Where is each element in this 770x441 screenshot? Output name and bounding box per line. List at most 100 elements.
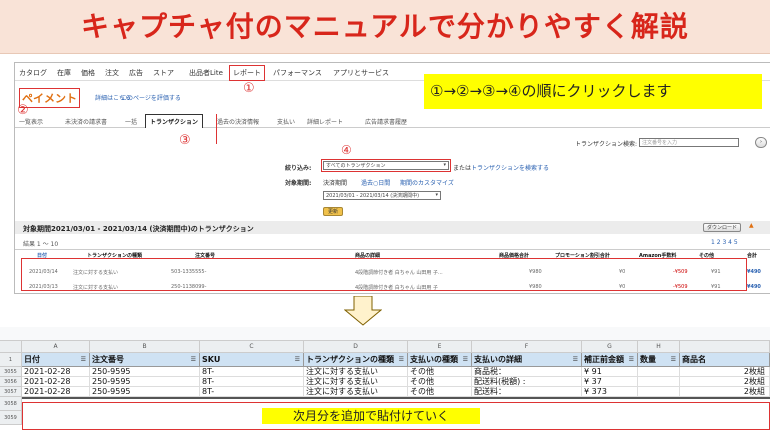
tab-statement[interactable]: 一覧表示 bbox=[19, 117, 43, 126]
cell-quantity[interactable] bbox=[638, 387, 680, 397]
tab-ad-invoice-history[interactable]: 広告請求書履歴 bbox=[365, 117, 407, 126]
step-marker-4: ④ bbox=[341, 143, 352, 157]
row-number[interactable]: 1 bbox=[0, 353, 22, 367]
nav-store[interactable]: ストア bbox=[153, 68, 174, 78]
header-amount[interactable]: 補正前金額 ☰ bbox=[582, 353, 638, 367]
header-date-label: 日付 bbox=[24, 355, 40, 364]
cell-order-id[interactable]: 250-9595 bbox=[90, 377, 200, 387]
tab-transactions[interactable]: トランザクション bbox=[145, 114, 204, 128]
cell-product-name[interactable]: 2枚組 bbox=[680, 387, 770, 397]
rate-page-link[interactable]: このページを評価する bbox=[121, 93, 181, 102]
cell-product-name[interactable]: 2枚組 bbox=[680, 367, 770, 377]
period-label: 対象期間: bbox=[285, 180, 312, 187]
row-total[interactable]: ¥490 bbox=[747, 284, 761, 290]
row-number[interactable]: 3055 bbox=[0, 367, 22, 377]
row-number[interactable]: 3057 bbox=[0, 387, 22, 397]
header-sku[interactable]: SKU ☰ bbox=[200, 353, 304, 367]
cell-payment-detail[interactable]: 配送料(税額) : bbox=[472, 377, 582, 387]
nav-ads[interactable]: 広告 bbox=[129, 68, 143, 78]
header-date[interactable]: 日付 ☰ bbox=[22, 353, 90, 367]
col-header-d[interactable]: D bbox=[304, 341, 408, 353]
update-button[interactable]: 更新 bbox=[323, 207, 343, 216]
tab-past-settlements[interactable]: 過去の決済情報 bbox=[217, 117, 259, 126]
col-header-f[interactable]: F bbox=[472, 341, 582, 353]
header-payment-type[interactable]: 支払いの種類 ☰ bbox=[408, 353, 472, 367]
cell-payment-type[interactable]: その他 bbox=[408, 367, 472, 377]
nav-performance[interactable]: パフォーマンス bbox=[273, 68, 322, 78]
settlement-range-select[interactable]: 2021/03/01 - 2021/03/14 (決済期間中) ▾ bbox=[323, 191, 441, 200]
nav-apps-services[interactable]: アプリとサービス bbox=[333, 68, 389, 78]
nav-seller-lite[interactable]: 出品者Lite bbox=[189, 68, 223, 78]
cell-payment-type[interactable]: その他 bbox=[408, 377, 472, 387]
row-separator bbox=[22, 397, 770, 399]
header-payment-detail[interactable]: 支払いの詳細 ☰ bbox=[472, 353, 582, 367]
cell-product-name[interactable]: 2枚組 bbox=[680, 377, 770, 387]
cell-transaction-type[interactable]: 注文に対する支払い bbox=[304, 377, 408, 387]
row-number[interactable]: 3058 bbox=[0, 397, 22, 411]
row-number[interactable]: 3059 bbox=[0, 411, 22, 425]
cell-payment-detail[interactable]: 商品税： bbox=[472, 367, 582, 377]
cell-sku[interactable]: 8T- bbox=[200, 387, 304, 397]
nav-inventory[interactable]: 在庫 bbox=[57, 68, 71, 78]
filter-icon[interactable]: ☰ bbox=[191, 353, 196, 367]
cell-quantity[interactable] bbox=[638, 367, 680, 377]
tab-disbursements[interactable]: 支払い bbox=[277, 117, 295, 126]
cell-order-id[interactable]: 250-9595 bbox=[90, 367, 200, 377]
tab-bulk[interactable]: 一括 bbox=[125, 117, 137, 126]
row-total[interactable]: ¥490 bbox=[747, 269, 761, 275]
filter-or: または bbox=[453, 165, 472, 172]
cell-transaction-type[interactable]: 注文に対する支払い bbox=[304, 387, 408, 397]
filter-icon[interactable]: ☰ bbox=[295, 353, 300, 367]
tab-detailed-report[interactable]: 詳細レポート bbox=[307, 117, 343, 126]
header-transaction-type[interactable]: トランザクションの種類 ☰ bbox=[304, 353, 408, 367]
transaction-search-input[interactable]: 注文番号を入力 bbox=[639, 138, 739, 147]
cell-payment-detail[interactable]: 配送料： bbox=[472, 387, 582, 397]
col-header-g[interactable]: G bbox=[582, 341, 638, 353]
row-order-id[interactable]: 503-1335555- bbox=[171, 269, 206, 275]
period-option-custom[interactable]: 期間のカスタマイズ bbox=[400, 178, 454, 187]
period-option-settlement[interactable]: 決済期間 bbox=[323, 178, 347, 187]
filter-icon[interactable]: ☰ bbox=[573, 353, 578, 367]
period-option-days[interactable]: 過去○日間 bbox=[361, 178, 390, 187]
col-header-a[interactable]: A bbox=[22, 341, 90, 353]
filter-icon[interactable]: ☰ bbox=[81, 353, 86, 367]
pagination[interactable]: 1 2 3 4 5 bbox=[711, 239, 738, 246]
cell-transaction-type[interactable]: 注文に対する支払い bbox=[304, 367, 408, 377]
row-number[interactable]: 3056 bbox=[0, 377, 22, 387]
cell-amount[interactable]: ¥ 373 bbox=[582, 387, 638, 397]
nav-orders[interactable]: 注文 bbox=[105, 68, 119, 78]
filter-icon[interactable]: ☰ bbox=[671, 353, 676, 367]
header-quantity[interactable]: 数量 ☰ bbox=[638, 353, 680, 367]
cell-amount[interactable]: ¥ 37 bbox=[582, 377, 638, 387]
header-product-name[interactable]: 商品名 bbox=[680, 353, 770, 367]
filter-icon[interactable]: ☰ bbox=[629, 353, 634, 367]
col-header-c[interactable]: C bbox=[200, 341, 304, 353]
cell-payment-type[interactable]: その他 bbox=[408, 387, 472, 397]
cell-sku[interactable]: 8T- bbox=[200, 367, 304, 377]
col-header-e[interactable]: E bbox=[408, 341, 472, 353]
search-go-button[interactable]: › bbox=[755, 137, 767, 148]
nav-catalog[interactable]: カタログ bbox=[19, 68, 47, 78]
filter-icon[interactable]: ☰ bbox=[399, 353, 404, 367]
col-header-h[interactable]: H bbox=[638, 341, 680, 353]
search-transactions-link[interactable]: トランザクションを検索する bbox=[471, 163, 549, 172]
seller-central-screenshot: カタログ 在庫 価格 注文 広告 ストア 出品者Lite レポート パフォーマン… bbox=[14, 62, 770, 294]
header-transaction-type-label: トランザクションの種類 bbox=[306, 355, 394, 364]
cell-date[interactable]: 2021-02-28 bbox=[22, 377, 90, 387]
filter-icon[interactable]: ☰ bbox=[463, 353, 468, 367]
header-order-id[interactable]: 注文番号 ☰ bbox=[90, 353, 200, 367]
cell-date[interactable]: 2021-02-28 bbox=[22, 367, 90, 377]
download-button[interactable]: ダウンロード bbox=[703, 223, 741, 232]
cell-quantity[interactable] bbox=[638, 377, 680, 387]
cell-sku[interactable]: 8T- bbox=[200, 377, 304, 387]
corner-cell[interactable] bbox=[0, 341, 22, 353]
col-header-b[interactable]: B bbox=[90, 341, 200, 353]
cell-date[interactable]: 2021-02-28 bbox=[22, 387, 90, 397]
col-header-i[interactable] bbox=[680, 341, 770, 353]
nav-pricing[interactable]: 価格 bbox=[81, 68, 95, 78]
row-order-id[interactable]: 250-1138099- bbox=[171, 284, 206, 290]
tab-unpaid-invoices[interactable]: 未決済の請求書 bbox=[65, 117, 107, 126]
cell-amount[interactable]: ¥ 91 bbox=[582, 367, 638, 377]
nav-reports[interactable]: レポート bbox=[229, 65, 265, 81]
cell-order-id[interactable]: 250-9595 bbox=[90, 387, 200, 397]
